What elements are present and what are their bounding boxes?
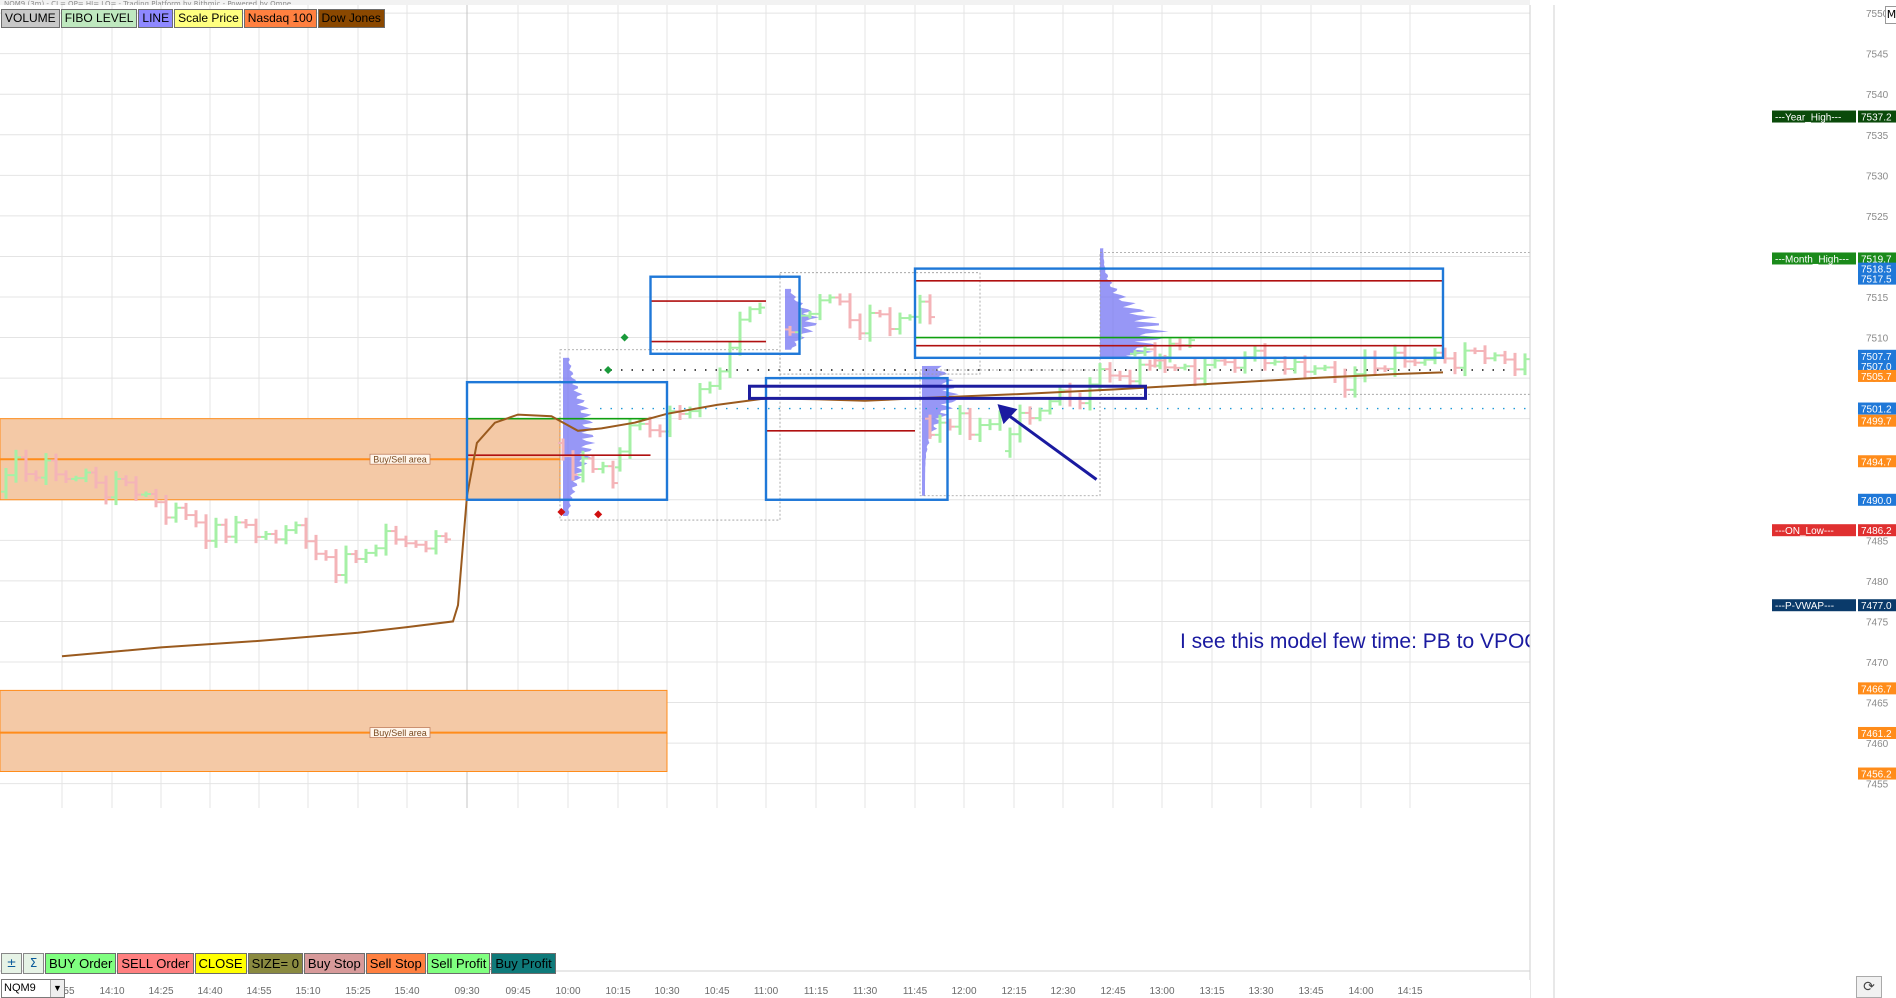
y-tick-label: 7510 <box>1866 334 1889 345</box>
x-tick-label: 14:55 <box>246 986 271 997</box>
x-tick-label: 10:30 <box>654 986 679 997</box>
y-tick-label: 7470 <box>1866 658 1889 669</box>
symbol-value: NQM9 <box>4 982 36 994</box>
toolbar-buy-order-button[interactable]: BUY Order <box>45 953 117 974</box>
order-toolbar: ± Σ BUY Order SELL Order CLOSE SIZE= 0 Buy S… <box>1 953 556 974</box>
toolbar-buy-stop-button[interactable]: Buy Stop <box>303 953 365 974</box>
toolbar-close-button[interactable]: CLOSE <box>194 953 247 974</box>
x-tick-label: 11:00 <box>754 986 779 997</box>
x-tick-label: 14:40 <box>197 986 222 997</box>
x-tick-label: 10:45 <box>704 986 729 997</box>
y-tick-label: 7480 <box>1866 577 1889 588</box>
price-label-name: ---P-VWAP--- <box>1775 601 1834 612</box>
toolbar-buy-profit-button[interactable]: Buy Profit <box>491 953 556 974</box>
x-tick-label: 12:00 <box>951 986 976 997</box>
price-axis-background <box>1530 0 1896 998</box>
price-label-name: ---ON_Low--- <box>1775 526 1834 537</box>
x-tick-label: 13:15 <box>1199 986 1224 997</box>
toolbar-sell-order-button[interactable]: SELL Order <box>117 953 194 974</box>
y-tick-label: 7540 <box>1866 90 1889 101</box>
x-tick-label: 14:00 <box>1348 986 1373 997</box>
legend-chip-fibo-level[interactable]: FIBO LEVEL <box>60 9 138 28</box>
legend-chip-nasdaq-100[interactable]: Nasdaq 100 <box>243 9 317 28</box>
refresh-icon[interactable]: ⟳ <box>1856 976 1882 998</box>
price-label-value: 7456.2 <box>1861 770 1892 781</box>
zone-label: Buy/Sell area <box>373 728 427 738</box>
x-tick-label: 09:30 <box>454 986 479 997</box>
toolbar-size-0-button[interactable]: SIZE= 0 <box>247 953 303 974</box>
price-label-value: 7501.2 <box>1861 405 1892 416</box>
price-label-value: 7486.2 <box>1861 526 1892 537</box>
y-tick-label: 7530 <box>1866 171 1889 182</box>
toolbar-sell-profit-button[interactable]: Sell Profit <box>426 953 491 974</box>
price-label-value: 7517.5 <box>1861 275 1892 286</box>
x-tick-label: 14:15 <box>1397 986 1422 997</box>
toolbar-sell-stop-button[interactable]: Sell Stop <box>365 953 426 974</box>
symbol-select[interactable]: NQM9 ▼ <box>1 979 65 998</box>
x-tick-label: 10:15 <box>605 986 630 997</box>
plus-minus-icon[interactable]: ± <box>1 953 22 974</box>
x-tick-label: 15:25 <box>345 986 370 997</box>
price-label-value: 7537.2 <box>1861 113 1892 124</box>
sigma-icon[interactable]: Σ <box>23 953 44 974</box>
legend-chip-volume[interactable]: VOLUME <box>1 9 60 28</box>
chevron-down-icon[interactable]: ▼ <box>50 980 64 997</box>
indicator-legend: VOLUME FIBO LEVEL LINE Scale Price Nasdaq 10… <box>1 9 385 28</box>
price-label-value: 7499.7 <box>1861 417 1892 428</box>
price-chart[interactable]: Buy/Sell areaBuy/Sell area I see this mo… <box>0 0 1896 998</box>
x-tick-label: 12:30 <box>1050 986 1075 997</box>
x-tick-label: 11:45 <box>903 986 928 997</box>
x-tick-label: 12:45 <box>1100 986 1125 997</box>
x-tick-label: 12:15 <box>1001 986 1026 997</box>
y-tick-label: 7455 <box>1866 780 1889 791</box>
price-axis[interactable]: 7455746074657470747574807485749074957500… <box>1529 0 1896 998</box>
legend-chip-line[interactable]: LINE <box>138 9 174 28</box>
price-label-name: ---Month_High--- <box>1775 254 1849 265</box>
y-tick-label: 7525 <box>1866 212 1889 223</box>
x-tick-label: 10:00 <box>555 986 580 997</box>
x-tick-label: 13:00 <box>1149 986 1174 997</box>
price-label-value: 7505.7 <box>1861 372 1892 383</box>
x-tick-label: 11:30 <box>853 986 878 997</box>
price-label-value: 7466.7 <box>1861 684 1892 695</box>
y-tick-label: 7515 <box>1866 293 1889 304</box>
x-tick-label: 09:45 <box>505 986 530 997</box>
price-label-value: 7477.0 <box>1861 601 1892 612</box>
x-tick-label: 13:45 <box>1298 986 1323 997</box>
x-tick-label: 14:10 <box>99 986 124 997</box>
y-tick-label: 7475 <box>1866 617 1889 628</box>
x-tick-label: 11:15 <box>804 986 829 997</box>
price-label-value: 7490.0 <box>1861 496 1892 507</box>
x-tick-label: 15:10 <box>295 986 320 997</box>
legend-chip-dow-jones[interactable]: Dow Jones <box>317 9 385 28</box>
buy-sell-zone <box>0 689 668 773</box>
price-label-name: ---Year_High--- <box>1775 113 1841 124</box>
price-label-value: 7494.7 <box>1861 457 1892 468</box>
y-tick-label: 7485 <box>1866 536 1889 547</box>
x-tick-label: 14:25 <box>148 986 173 997</box>
y-tick-label: 7465 <box>1866 699 1889 710</box>
x-tick-label: 15:40 <box>394 986 419 997</box>
y-tick-label: 7535 <box>1866 131 1889 142</box>
corner-button[interactable]: M <box>1885 6 1896 24</box>
y-tick-label: 7545 <box>1866 50 1889 61</box>
price-label-value: 7461.2 <box>1861 729 1892 740</box>
x-tick-label: 13:30 <box>1248 986 1273 997</box>
zone-label: Buy/Sell area <box>373 455 427 465</box>
legend-chip-scale-price[interactable]: Scale Price <box>174 9 243 28</box>
y-tick-label: 7460 <box>1866 739 1889 750</box>
